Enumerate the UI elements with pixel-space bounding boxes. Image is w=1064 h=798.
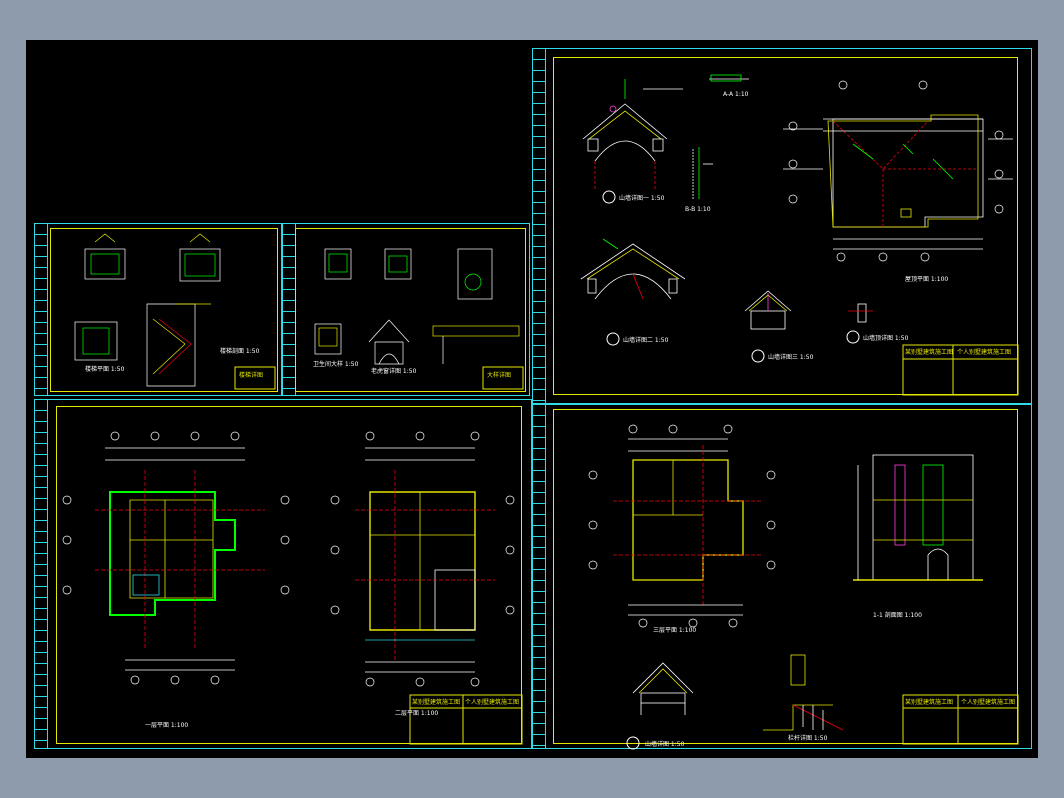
label-stair-section: 楼梯剖面 1:50 <box>220 348 260 355</box>
titleblock-left: 某别墅建筑施工图 <box>905 699 954 706</box>
label-bath-plan: 卫生间大样 1:50 <box>313 361 359 368</box>
label-detail4: 山墙顶详图 1:50 <box>863 335 909 342</box>
titleblock-right: 个人别墅建筑施工图 <box>961 699 1016 706</box>
label-first-floor: 一层平面 1:100 <box>145 722 189 729</box>
cad-drawing-canvas[interactable]: 山墙详图一 1:50 B-B 1:10 A-A 1:10 山墙详图二 1:50 … <box>26 40 1038 758</box>
sheet-bath-details: 卫生间大样 1:50 老虎窗详图 1:50 大样详图 <box>282 223 530 396</box>
sheet-third-floor-section: 三层平面 1:100 1-1 剖面图 1:100 山墙详图 1:50 栏杆详图 … <box>532 404 1032 750</box>
third-floor-drawing <box>588 424 1019 750</box>
sheet-roof-details: 山墙详图一 1:50 B-B 1:10 A-A 1:10 山墙详图二 1:50 … <box>532 48 1032 404</box>
label-section-a: A-A 1:10 <box>723 91 749 98</box>
titleblock-left: 某别墅建筑施工图 <box>905 349 954 356</box>
label-window-detail: 老虎窗详图 1:50 <box>371 368 417 375</box>
label-second-floor: 二层平面 1:100 <box>395 710 439 717</box>
label-detail2: 山墙详图二 1:50 <box>623 337 669 344</box>
titleblock-right: 个人别墅建筑施工图 <box>957 349 1012 356</box>
label-detail3: 山墙详图三 1:50 <box>768 354 814 361</box>
label-section-11: 1-1 剖面图 1:100 <box>873 612 922 619</box>
sheet-stair-details: 楼梯平面 1:50 楼梯剖面 1:50 楼梯详图 <box>34 223 282 396</box>
sheet-floor-plans-1-2: 一层平面 1:100 二层平面 1:100 某别墅建筑施工图 个人别墅建筑施工图 <box>34 399 532 749</box>
titleblock: 楼梯详图 <box>239 372 264 379</box>
titleblock-left: 某别墅建筑施工图 <box>412 699 461 706</box>
label-stair-plan: 楼梯平面 1:50 <box>85 366 125 373</box>
label-rail: 栏杆详图 1:50 <box>788 735 828 742</box>
label-detail1: 山墙详图一 1:50 <box>619 195 665 202</box>
label-roof-plan: 屋顶平面 1:100 <box>905 276 949 283</box>
label-third-floor: 三层平面 1:100 <box>653 627 697 634</box>
label-gable: 山墙详图 1:50 <box>645 741 685 748</box>
titleblock: 大样详图 <box>487 372 512 379</box>
titleblock-right: 个人别墅建筑施工图 <box>465 699 520 706</box>
label-section-b: B-B 1:10 <box>685 206 711 213</box>
